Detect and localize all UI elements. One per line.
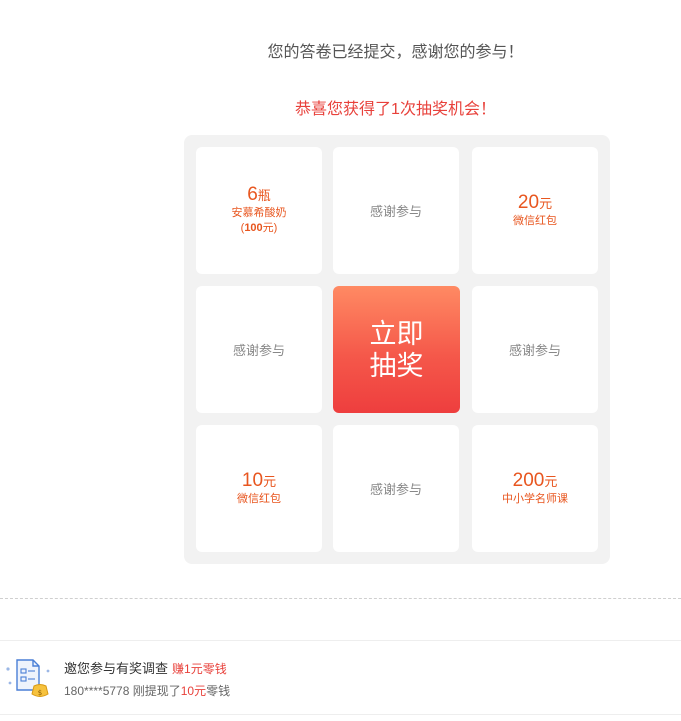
prize-unit: 元 [544,473,558,489]
survey-money-icon: $ [6,659,50,697]
prize-unit: 元 [263,473,277,489]
masked-phone: 180****5778 [64,684,130,698]
thanks-label: 感谢参与 [369,204,422,219]
prize-name: 微信红包 [513,214,557,227]
prize-unit: 瓶 [257,188,271,204]
promo-title-text: 邀您参与有奖调查 [64,661,169,676]
prize-quantity: 20 [517,191,540,213]
prize-cell-yogurt: 6瓶 安慕希酸奶 (100元) [196,147,322,274]
prize-amount: 20元 [517,191,553,214]
prize-unit: 元 [539,195,553,211]
prize-amount: 10元 [241,469,277,492]
submitted-message: 您的答卷已经提交，感谢您的参与！ [267,44,524,61]
prize-name: 中小学名师课 [502,492,568,505]
promo-bottom-border [0,714,681,715]
prize-value: (100元) [240,221,278,234]
prize-name: 微信红包 [237,492,281,505]
prize-quantity: 10 [241,469,264,491]
lottery-board: 6瓶 安慕希酸奶 (100元) 感谢参与 20元 微信红包 感谢参与 立即抽奖 … [184,135,610,564]
prize-amount: 200元 [512,469,558,492]
withdraw-prefix: 刚提现了 [129,684,181,698]
prize-cell-thanks: 感谢参与 [196,286,322,413]
section-divider [0,598,681,599]
prize-amount: 6瓶 [247,184,271,206]
survey-promo-title[interactable]: 邀您参与有奖调查 赚1元零钱 [64,658,227,677]
prize-name: 安慕希酸奶 [231,207,287,220]
prize-cell-thanks: 感谢参与 [333,425,459,552]
prize-cell-redpacket-20: 20元 微信红包 [472,147,598,274]
draw-now-label: 立即抽奖 [369,318,424,381]
withdraw-amount: 10元 [180,684,207,698]
prize-quantity: 200 [512,469,545,491]
withdraw-suffix: 零钱 [206,684,231,698]
prize-cell-redpacket-10: 10元 微信红包 [196,425,322,552]
prize-quantity: 6 [247,184,258,206]
prize-cell-course: 200元 中小学名师课 [472,425,598,552]
lottery-chance-message: 恭喜您获得了1次抽奖机会！ [295,101,496,118]
thanks-label: 感谢参与 [232,343,285,358]
thanks-label: 感谢参与 [508,343,561,358]
promo-earn-text: 赚1元零钱 [172,662,227,676]
withdraw-notice: 180****5778 刚提现了10元零钱 [64,682,230,699]
promo-top-border [0,640,681,641]
svg-text:$: $ [38,689,42,697]
prize-cell-thanks: 感谢参与 [472,286,598,413]
thanks-label: 感谢参与 [369,482,422,497]
draw-now-button[interactable]: 立即抽奖 [333,286,460,413]
prize-cell-thanks: 感谢参与 [333,147,459,274]
